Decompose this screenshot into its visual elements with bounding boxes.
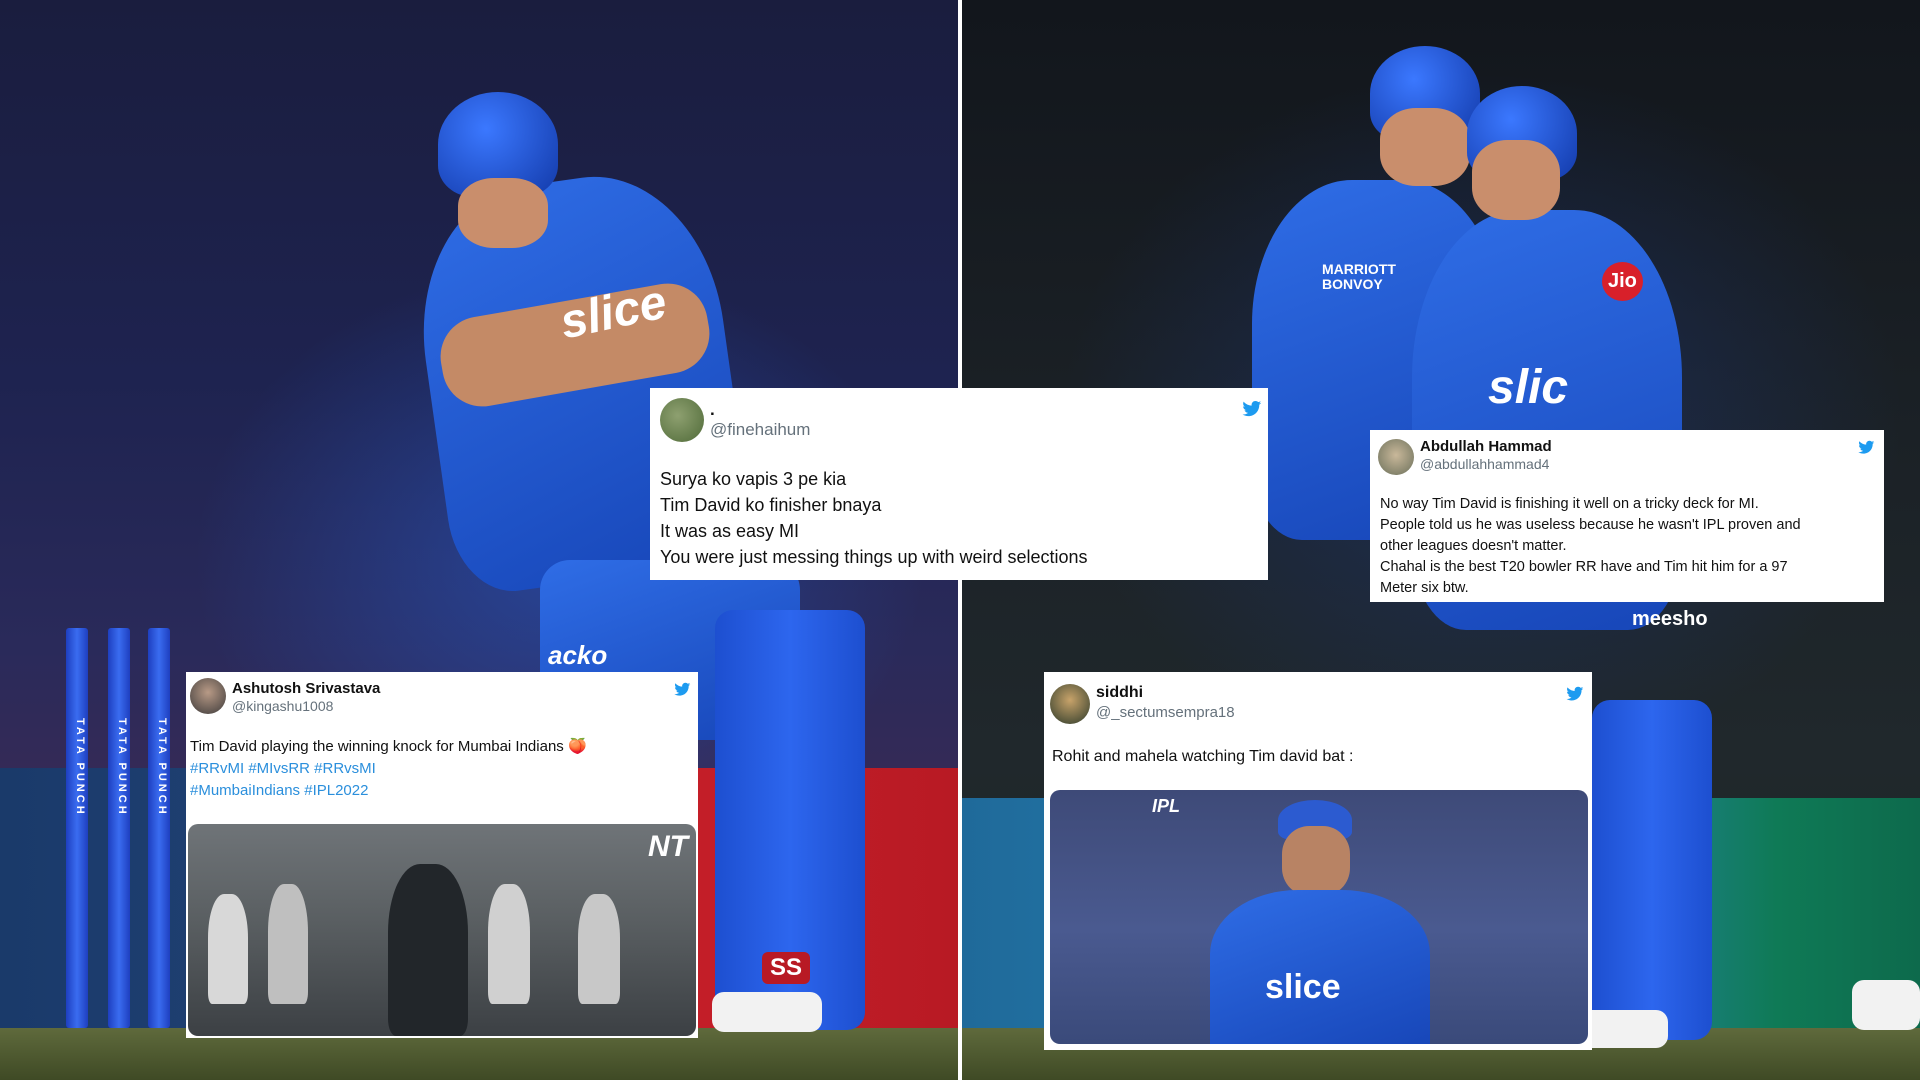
- twitter-bird-icon[interactable]: [1242, 400, 1262, 418]
- pad-logo-text: SS: [762, 952, 811, 984]
- tweet-media-image[interactable]: IPL slice: [1050, 790, 1588, 1044]
- tweet-author-handle[interactable]: @_sectumsempra18: [1096, 704, 1235, 721]
- tweet-line: No way Tim David is finishing it well on…: [1380, 496, 1759, 512]
- player-one-face: [1380, 108, 1470, 186]
- tweet-line: other leagues doesn't matter.: [1380, 538, 1567, 554]
- media-watermark: NT: [648, 830, 688, 863]
- tweet-author-name[interactable]: siddhi: [1096, 684, 1143, 702]
- tweet-author-handle[interactable]: @abdullahhammad4: [1420, 456, 1549, 472]
- media-corner-logo: IPL: [1152, 796, 1181, 816]
- leg-sponsor-text: acko: [548, 640, 608, 670]
- tweet-hashtags[interactable]: #MumbaiIndians #IPL2022: [190, 780, 587, 802]
- batter-face: [458, 178, 548, 248]
- stump-brand-text: TATA PUNCH: [74, 718, 86, 817]
- tweet-text: No way Tim David is finishing it well on…: [1380, 494, 1801, 599]
- tweet-text: Surya ko vapis 3 pe kia Tim David ko fin…: [660, 466, 1088, 570]
- media-shirt-text: slice: [1265, 968, 1341, 1006]
- tweet-author-name[interactable]: Abdullah Hammad: [1420, 438, 1552, 455]
- stump: TATA PUNCH: [148, 628, 170, 1028]
- tweet-line: Surya ko vapis 3 pe kia: [660, 469, 847, 489]
- tweet-card-siddhi[interactable]: siddhi @_sectumsempra18 Rohit and mahela…: [1044, 672, 1592, 1050]
- media-horse: [268, 884, 308, 1004]
- twitter-bird-icon[interactable]: [1566, 686, 1584, 702]
- media-horse: [208, 894, 248, 1004]
- sleeve-sponsor-text: Jio: [1602, 262, 1643, 301]
- tweet-author-name[interactable]: .: [710, 400, 715, 420]
- tweet-line: People told us he was useless because he…: [1380, 517, 1801, 533]
- avatar[interactable]: [190, 678, 226, 714]
- player-one-shirt-brand: MARRIOTT BONVOY: [1322, 261, 1396, 292]
- tweet-hashtags[interactable]: #RRvMI #MIvsRR #RRvsMI: [190, 758, 587, 780]
- tweet-text: Tim David playing the winning knock for …: [190, 736, 587, 802]
- media-horse: [578, 894, 620, 1004]
- tweet-card-abdullah[interactable]: Abdullah Hammad @abdullahhammad4 No way …: [1370, 430, 1884, 602]
- stump-brand-text: TATA PUNCH: [116, 718, 128, 817]
- media-horse: [488, 884, 530, 1004]
- media-player-torso: [1210, 890, 1430, 1044]
- tweet-line: Tim David playing the winning knock for …: [190, 738, 587, 755]
- player-two-pad: [1592, 700, 1712, 1040]
- twitter-bird-icon[interactable]: [1858, 440, 1875, 455]
- fielder-shoe: [1852, 980, 1920, 1030]
- twitter-bird-icon[interactable]: [674, 682, 691, 697]
- avatar[interactable]: [1050, 684, 1090, 724]
- stump-brand-text: TATA PUNCH: [156, 718, 168, 817]
- tweet-media-image[interactable]: NT: [188, 824, 696, 1036]
- tweet-text: Rohit and mahela watching Tim david bat …: [1052, 746, 1354, 768]
- tweet-card-ashutosh[interactable]: Ashutosh Srivastava @kingashu1008 Tim Da…: [186, 672, 698, 1038]
- stump: TATA PUNCH: [108, 628, 130, 1028]
- tweet-line: Chahal is the best T20 bowler RR have an…: [1380, 559, 1788, 575]
- tweet-line: Rohit and mahela watching Tim david bat …: [1052, 748, 1354, 765]
- avatar[interactable]: [660, 398, 704, 442]
- tweet-author-handle[interactable]: @finehaihum: [710, 420, 810, 440]
- tweet-card-finehaihum[interactable]: . @finehaihum Surya ko vapis 3 pe kia Ti…: [650, 388, 1268, 580]
- player-two-face: [1472, 140, 1560, 220]
- player-two-jersey-sponsor: slic: [1488, 361, 1569, 414]
- media-player-face: [1282, 826, 1350, 896]
- tweet-line: You were just messing things up with wei…: [660, 547, 1088, 567]
- tweet-line: Tim David ko finisher bnaya: [660, 495, 882, 515]
- media-figure: [388, 864, 468, 1036]
- tweet-line: It was as easy MI: [660, 521, 800, 541]
- tweet-author-name[interactable]: Ashutosh Srivastava: [232, 680, 380, 697]
- batter-shoe: [712, 992, 822, 1032]
- avatar[interactable]: [1378, 439, 1414, 475]
- tweet-author-handle[interactable]: @kingashu1008: [232, 698, 333, 714]
- tweet-line: Meter six btw.: [1380, 580, 1469, 596]
- stump: TATA PUNCH: [66, 628, 88, 1028]
- pants-sponsor-text: meesho: [1632, 608, 1708, 630]
